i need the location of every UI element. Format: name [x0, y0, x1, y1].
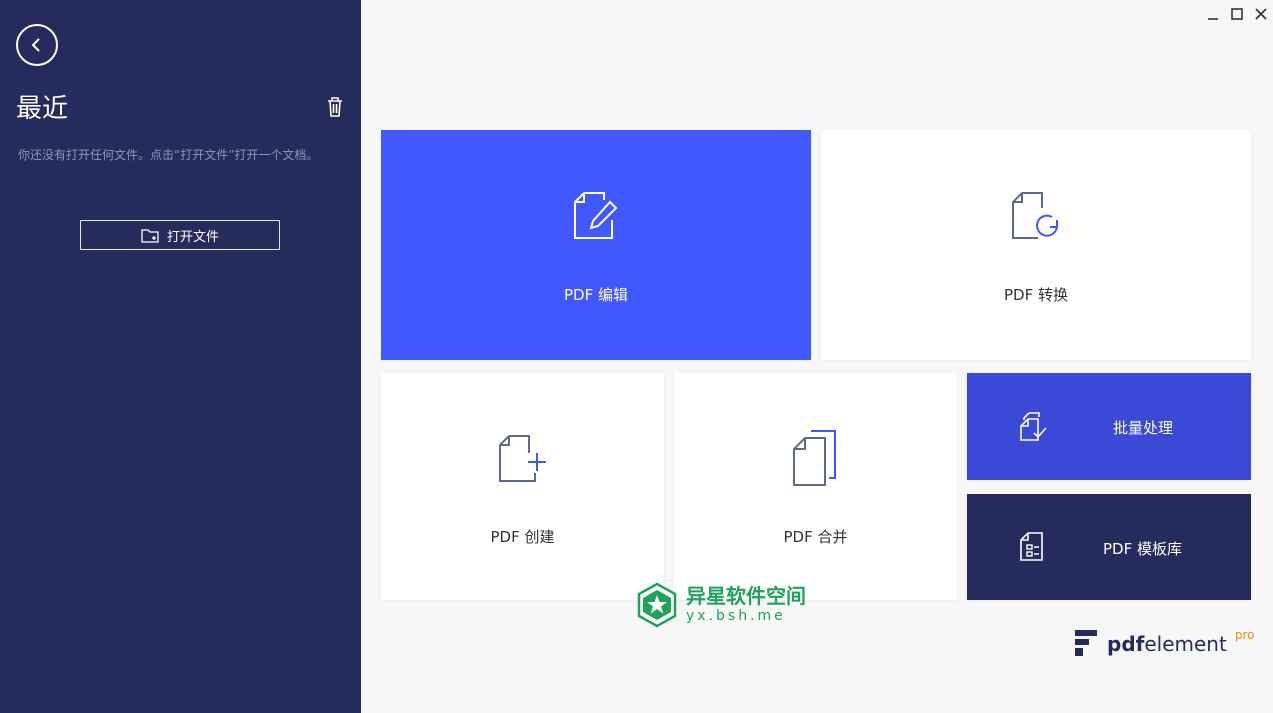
- empty-recent-hint: 你还没有打开任何文件。点击“打开文件”打开一个文档。: [18, 148, 319, 162]
- minimize-button[interactable]: [1204, 5, 1222, 23]
- open-file-label: 打开文件: [166, 229, 219, 245]
- brand-edition: pro: [1234, 628, 1255, 642]
- recent-title: 最近: [16, 94, 69, 124]
- watermark: 异星软件空间 yx.bsh.me: [636, 582, 806, 628]
- pdf-merge-icon: [792, 430, 836, 486]
- maximize-icon: [1231, 8, 1243, 20]
- close-icon: [1255, 8, 1267, 20]
- folder-icon: [141, 228, 159, 243]
- open-file-button[interactable]: 打开文件: [80, 220, 280, 250]
- clear-recent-button[interactable]: [325, 96, 345, 118]
- star-badge-icon: [637, 582, 677, 628]
- brand-name: pdfelement: [1107, 632, 1227, 656]
- batch-process-tile[interactable]: 批量处理: [967, 373, 1251, 480]
- template-icon: [1020, 532, 1043, 561]
- watermark-url: yx.bsh.me: [686, 608, 786, 624]
- pdf-edit-tile[interactable]: PDF 编辑: [381, 130, 811, 360]
- recent-sidebar: 最近 你还没有打开任何文件。点击“打开文件”打开一个文档。 打开文件: [0, 0, 361, 713]
- batch-process-icon: [1020, 412, 1047, 441]
- back-arrow-icon: [31, 38, 40, 52]
- pdfelement-logo: pdfelement pro: [1075, 628, 1254, 656]
- template-library-label: PDF 模板库: [1103, 540, 1182, 558]
- pdf-create-label: PDF 创建: [490, 528, 555, 546]
- pdf-create-tile[interactable]: PDF 创建: [381, 373, 664, 600]
- batch-process-label: 批量处理: [1113, 419, 1174, 437]
- pdf-convert-label: PDF 转换: [1004, 286, 1068, 304]
- pdf-convert-icon: [1012, 192, 1058, 239]
- trash-icon: [328, 97, 342, 117]
- close-button[interactable]: [1252, 5, 1270, 23]
- watermark-title: 异星软件空间: [686, 584, 806, 608]
- pdfelement-logo-icon: [1075, 630, 1097, 656]
- pdf-convert-tile[interactable]: PDF 转换: [821, 130, 1251, 360]
- template-library-tile[interactable]: PDF 模板库: [967, 494, 1251, 600]
- pdf-create-icon: [498, 435, 546, 482]
- maximize-button[interactable]: [1228, 5, 1246, 23]
- back-button[interactable]: [16, 24, 58, 66]
- pdf-edit-label: PDF 编辑: [564, 286, 628, 304]
- pdf-merge-label: PDF 合并: [783, 528, 848, 546]
- pdf-edit-icon: [574, 192, 618, 239]
- minimize-icon: [1208, 18, 1218, 20]
- pdf-merge-tile[interactable]: PDF 合并: [674, 373, 957, 600]
